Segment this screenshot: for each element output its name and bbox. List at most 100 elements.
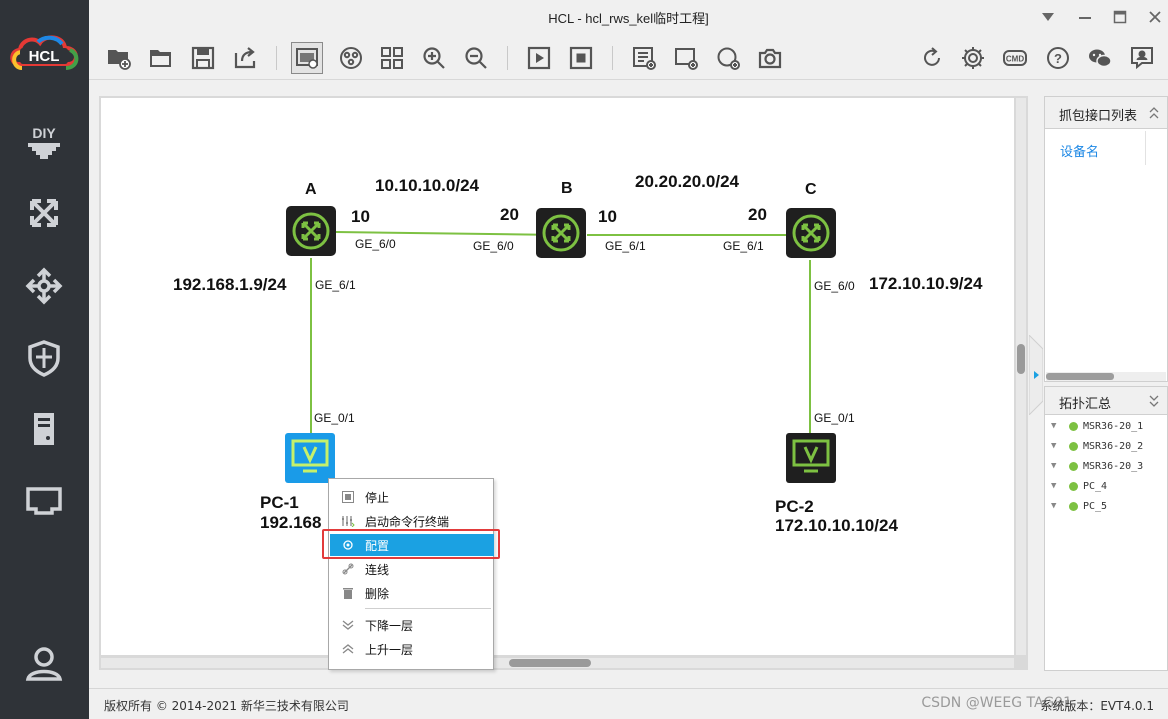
add-text-icon[interactable] <box>629 43 659 73</box>
save-icon[interactable] <box>188 43 218 73</box>
switch-icon[interactable] <box>22 191 66 235</box>
pc-1[interactable] <box>285 433 335 483</box>
net-bc-label: 20.20.20.0/24 <box>635 172 739 191</box>
expand-icon[interactable]: ▼ <box>1051 441 1063 451</box>
topology-item[interactable]: ▼ MSR36-20_1 <box>1051 417 1143 435</box>
port-b-east: GE_6/1 <box>605 239 646 253</box>
menu-item-layer-up[interactable]: 上升一层 <box>330 638 494 660</box>
firewall-icon[interactable] <box>22 336 66 380</box>
panel-collapse-handle[interactable] <box>1029 335 1043 415</box>
port-pc2: GE_0/1 <box>814 411 855 425</box>
canvas-vertical-scrollbar[interactable] <box>1016 98 1026 655</box>
user-icon[interactable] <box>22 641 66 685</box>
window-title: HCL - hcl_rws_kel临时工程] <box>548 11 709 26</box>
capture-panel-title: 抓包接口列表 <box>1059 109 1138 124</box>
scroll-thumb[interactable] <box>1017 344 1025 374</box>
show-grid-icon[interactable] <box>291 42 323 74</box>
pc2-ip: 172.10.10.10/24 <box>775 516 898 535</box>
net-ab-label: 10.10.10.0/24 <box>375 176 479 195</box>
close-button[interactable] <box>1144 6 1166 28</box>
add-ellipse-icon[interactable] <box>713 43 743 73</box>
pc1-ip: 192.168 <box>260 513 322 532</box>
router-c[interactable] <box>786 208 836 258</box>
help-icon[interactable]: ? <box>1043 43 1073 73</box>
expand-icon[interactable]: ▼ <box>1051 501 1063 511</box>
diy-icon[interactable]: DIY <box>22 121 66 165</box>
scroll-thumb[interactable] <box>509 659 591 667</box>
topology-summary-panel: 拓扑汇总 ▼ MSR36-20_1 ▼ MSR36-20_2 ▼ MSR36-20_3… <box>1044 386 1168 671</box>
router-icon[interactable] <box>22 264 66 308</box>
menu-separator <box>365 608 491 609</box>
server-icon[interactable] <box>22 407 66 451</box>
start-all-icon[interactable] <box>524 43 554 73</box>
panel-menu-icon[interactable] <box>1149 107 1159 119</box>
version-text: 系统版本：EVT4.0.1 <box>1040 699 1154 713</box>
menu-item-delete[interactable]: 删除 <box>330 582 494 604</box>
menu-item-stop[interactable]: 停止 <box>330 486 494 508</box>
scroll-thumb[interactable] <box>1046 373 1114 380</box>
link-icon <box>336 563 360 575</box>
network-port-icon[interactable] <box>22 479 66 523</box>
expand-icon[interactable]: ▼ <box>1051 481 1063 491</box>
main-toolbar: CMD ? <box>89 34 1168 80</box>
pc2-label: PC-2 <box>775 497 814 516</box>
topology-view-icon[interactable] <box>336 43 366 73</box>
router-a[interactable] <box>286 206 336 256</box>
pc-2[interactable] <box>786 433 836 483</box>
canvas-horizontal-scrollbar[interactable] <box>101 658 1014 668</box>
zoom-out-icon[interactable] <box>461 43 491 73</box>
refresh-icon[interactable] <box>917 43 947 73</box>
port-c-south: GE_6/0 <box>814 279 855 293</box>
topology-canvas-frame: A B C 10.10.10.0/24 20.20.20.0/24 192.16… <box>99 96 1028 670</box>
host-id-a-east: 10 <box>351 207 370 226</box>
maximize-button[interactable] <box>1109 6 1131 28</box>
topology-item[interactable]: ▼ PC_5 <box>1051 497 1107 515</box>
add-rectangle-icon[interactable] <box>671 43 701 73</box>
port-a-south: GE_6/1 <box>315 278 356 292</box>
trash-icon <box>336 587 360 599</box>
status-dot-icon <box>1069 501 1078 511</box>
screenshot-icon[interactable] <box>755 43 785 73</box>
new-project-icon[interactable] <box>104 43 134 73</box>
device-name-column[interactable]: 设备名 <box>1060 141 1099 160</box>
layer-down-icon <box>336 620 360 630</box>
router-c-label: C <box>805 181 817 198</box>
terminal-icon <box>336 515 360 527</box>
stop-all-icon[interactable] <box>566 43 596 73</box>
gear-icon[interactable] <box>958 43 988 73</box>
wechat-icon[interactable] <box>1085 43 1115 73</box>
export-icon[interactable] <box>230 43 260 73</box>
port-c-west: GE_6/1 <box>723 239 764 253</box>
port-b-west: GE_6/0 <box>473 239 514 253</box>
status-bar: 版权所有 © 2014-2021 新华三技术有限公司 CSDN @WEEG TA… <box>89 688 1168 719</box>
expand-icon[interactable]: ▼ <box>1051 421 1063 431</box>
panel-menu-icon[interactable] <box>1149 395 1159 407</box>
pc-icon <box>792 439 830 473</box>
logo-text: HCL <box>29 48 60 65</box>
topology-canvas[interactable]: A B C 10.10.10.0/24 20.20.20.0/24 192.16… <box>101 98 1014 655</box>
feedback-icon[interactable] <box>1127 43 1157 73</box>
status-dot-icon <box>1069 441 1078 451</box>
dropdown-icon[interactable] <box>1037 6 1059 28</box>
expand-icon[interactable]: ▼ <box>1051 461 1063 471</box>
svg-text:DIY: DIY <box>32 125 56 141</box>
svg-text:?: ? <box>1054 51 1062 66</box>
copyright-text: 版权所有 © 2014-2021 新华三技术有限公司 <box>104 699 349 713</box>
router-icon <box>792 214 830 252</box>
cmd-icon[interactable]: CMD <box>1000 43 1030 73</box>
open-folder-icon[interactable] <box>146 43 176 73</box>
router-b[interactable] <box>536 208 586 258</box>
layer-up-icon <box>336 644 360 654</box>
zoom-in-icon[interactable] <box>419 43 449 73</box>
layout-icon[interactable] <box>377 43 407 73</box>
topology-item[interactable]: ▼ MSR36-20_2 <box>1051 437 1143 455</box>
minimize-button[interactable] <box>1074 6 1096 28</box>
topology-item[interactable]: ▼ MSR36-20_3 <box>1051 457 1143 475</box>
host-id-c-west: 20 <box>748 205 767 224</box>
menu-item-layer-down[interactable]: 下降一层 <box>330 614 494 636</box>
router-b-label: B <box>561 180 573 197</box>
port-a-east: GE_6/0 <box>355 237 396 251</box>
topology-item[interactable]: ▼ PC_4 <box>1051 477 1107 495</box>
panel-scrollbar[interactable] <box>1046 372 1166 381</box>
menu-item-connect[interactable]: 连线 <box>330 558 494 580</box>
